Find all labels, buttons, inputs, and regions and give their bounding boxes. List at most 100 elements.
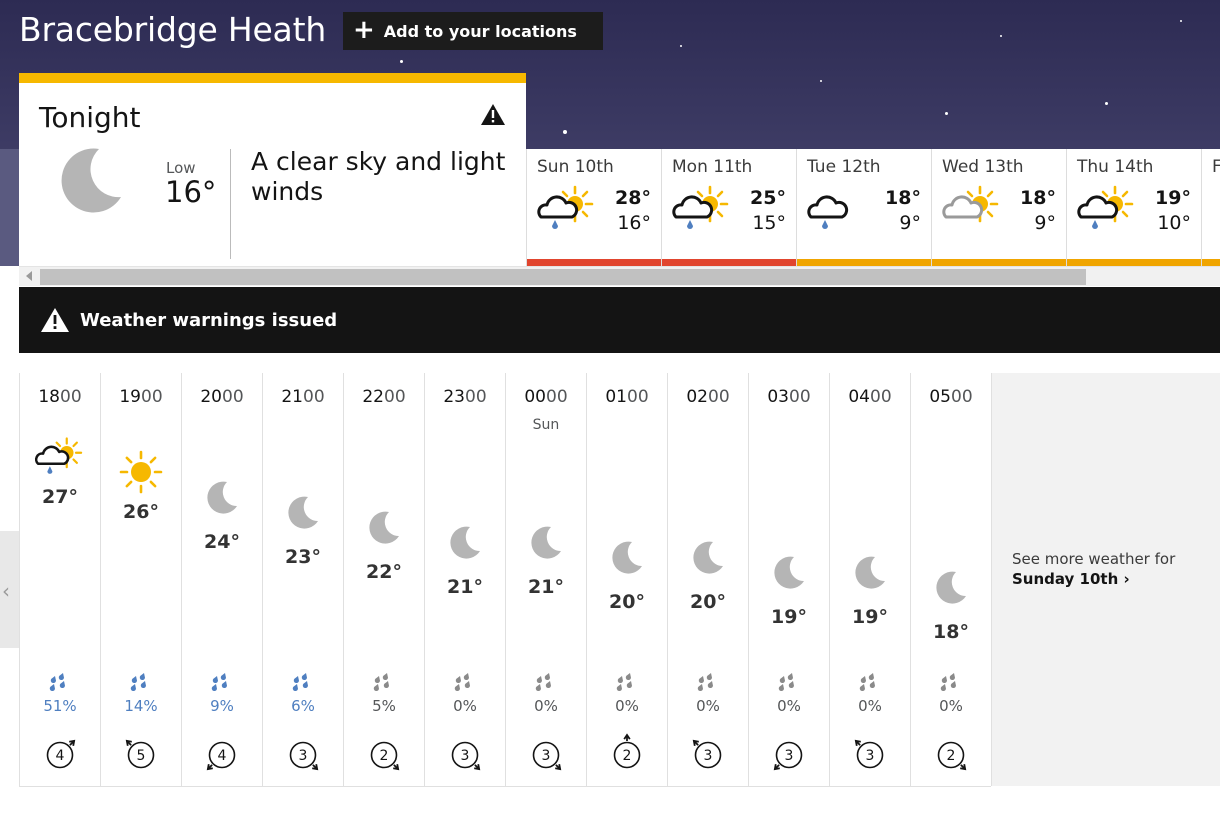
severity-bar xyxy=(1067,259,1201,266)
day-name: Tue 12th xyxy=(807,157,881,177)
minute-label: 00 xyxy=(141,387,163,407)
raindrops-icon xyxy=(697,673,713,691)
cloud-rain-icon xyxy=(807,195,849,229)
hour-temperature: 20° xyxy=(690,591,726,613)
hour-time: 0100 xyxy=(587,387,667,407)
raindrops-icon xyxy=(211,673,227,691)
see-more-day-label: Sunday 10th xyxy=(1012,570,1119,588)
hour-column[interactable]: 0500 18° 0% 2 xyxy=(910,373,991,786)
hour-label: 00 xyxy=(524,387,546,407)
precipitation-chance: 51% xyxy=(43,697,77,715)
scroll-left-arrow-icon[interactable] xyxy=(26,271,32,281)
weather-warnings-banner[interactable]: Weather warnings issued xyxy=(19,287,1220,353)
day-tab[interactable]: Tue 12th 18° 9° xyxy=(796,149,931,266)
hour-column[interactable]: 0000 Sun 21° 0% 3 xyxy=(505,373,586,786)
chevron-right-icon: › xyxy=(1123,570,1130,588)
wind-speed: 3 xyxy=(785,748,794,764)
horizontal-scrollbar[interactable] xyxy=(19,266,1220,286)
sun-icon xyxy=(119,450,163,494)
minute-label: 00 xyxy=(546,387,568,407)
hour-temperature: 22° xyxy=(366,561,402,583)
sun-cloud-rain-icon xyxy=(537,185,594,229)
hour-time: 0300 xyxy=(749,387,829,407)
raindrops-icon xyxy=(535,673,551,691)
day-tab[interactable]: Wed 13th 18° 9° xyxy=(931,149,1066,266)
wind-direction-icon: 3 xyxy=(692,739,722,769)
day-tab[interactable]: Thu 14th 19° 10° xyxy=(1066,149,1201,266)
moon-icon xyxy=(207,481,237,514)
hour-time: 0200 xyxy=(668,387,748,407)
moon-icon xyxy=(369,511,399,544)
hour-column[interactable]: 2000 24° 9% 4 xyxy=(181,373,262,786)
wind-speed: 2 xyxy=(380,748,389,764)
low-temperature: 9° xyxy=(899,212,921,234)
severity-bar xyxy=(662,259,796,266)
scrollbar-thumb[interactable] xyxy=(40,269,1086,285)
hour-column[interactable]: 1800 27° 51% 4 xyxy=(19,373,100,786)
day-tab[interactable]: F xyxy=(1201,149,1220,266)
wind-direction-icon: 3 xyxy=(854,739,884,769)
hour-column[interactable]: 0200 20° 0% 3 xyxy=(667,373,748,786)
wind-direction-icon: 3 xyxy=(451,741,481,771)
hour-column[interactable]: 1900 26° 14% 5 xyxy=(100,373,181,786)
wind-speed: 3 xyxy=(299,748,308,764)
tonight-description: A clear sky and light winds xyxy=(251,147,506,206)
high-temperature: 18° xyxy=(885,187,921,209)
tonight-card[interactable]: Tonight Low 16° A clear sky and light wi… xyxy=(19,73,526,267)
hour-column[interactable]: 2100 23° 6% 3 xyxy=(262,373,343,786)
raindrops-icon xyxy=(373,673,389,691)
add-location-button[interactable]: + Add to your locations xyxy=(343,12,603,50)
wind-speed: 2 xyxy=(947,748,956,764)
raindrops-icon xyxy=(292,673,308,691)
hour-time: 0400 xyxy=(830,387,910,407)
moon-icon xyxy=(61,148,121,213)
plus-icon: + xyxy=(353,14,375,45)
raindrops-icon xyxy=(49,673,65,691)
day-forecast-strip: Sun 10th 28° 16° Mon 11th 25° 15° Tue 12… xyxy=(526,149,1220,266)
hour-column[interactable]: 0400 19° 0% 3 xyxy=(829,373,910,786)
see-more-link[interactable]: See more weather for Sunday 10th › xyxy=(991,373,1220,786)
moon-icon xyxy=(936,571,966,604)
hour-label: 04 xyxy=(848,387,870,407)
precipitation-chance: 6% xyxy=(291,697,315,715)
minute-label: 00 xyxy=(870,387,892,407)
hour-temperature: 21° xyxy=(447,576,483,598)
minute-label: 00 xyxy=(789,387,811,407)
hour-temperature: 19° xyxy=(771,606,807,628)
day-tab[interactable]: Mon 11th 25° 15° xyxy=(661,149,796,266)
wind-speed: 3 xyxy=(461,748,470,764)
day-tab[interactable]: Sun 10th 28° 16° xyxy=(526,149,661,266)
hour-time: 0000 xyxy=(506,387,586,407)
wind-direction-icon: 3 xyxy=(532,741,562,771)
wind-direction-icon: 2 xyxy=(370,741,400,771)
moon-icon xyxy=(855,556,885,589)
hourly-previous-button[interactable]: ‹ xyxy=(0,531,19,648)
hour-label: 23 xyxy=(443,387,465,407)
hour-temperature: 27° xyxy=(42,486,78,508)
day-name: F xyxy=(1212,157,1220,177)
see-more-text: See more weather for xyxy=(1012,550,1176,568)
high-temperature: 28° xyxy=(615,187,651,209)
raindrops-icon xyxy=(130,673,146,691)
precipitation-chance: 0% xyxy=(615,697,639,715)
hour-column[interactable]: 2200 22° 5% 2 xyxy=(343,373,424,786)
severity-bar xyxy=(1202,259,1220,266)
sun-cloud-rain-icon xyxy=(1077,185,1134,229)
day-name: Wed 13th xyxy=(942,157,1024,177)
wind-speed: 3 xyxy=(704,748,713,764)
severity-bar xyxy=(932,259,1066,266)
hour-column[interactable]: 2300 21° 0% 3 xyxy=(424,373,505,786)
precipitation-chance: 5% xyxy=(372,697,396,715)
high-temperature: 25° xyxy=(750,187,786,209)
hour-time: 2300 xyxy=(425,387,505,407)
precipitation-chance: 0% xyxy=(453,697,477,715)
hour-label: 21 xyxy=(281,387,303,407)
hour-temperature: 24° xyxy=(204,531,240,553)
hour-column[interactable]: 0300 19° 0% 3 xyxy=(748,373,829,786)
hour-column[interactable]: 0100 20° 0% 2 xyxy=(586,373,667,786)
moon-icon xyxy=(450,526,480,559)
minute-label: 00 xyxy=(60,387,82,407)
minute-label: 00 xyxy=(303,387,325,407)
hour-label: 02 xyxy=(686,387,708,407)
sun-grey-cloud-icon xyxy=(942,185,999,223)
